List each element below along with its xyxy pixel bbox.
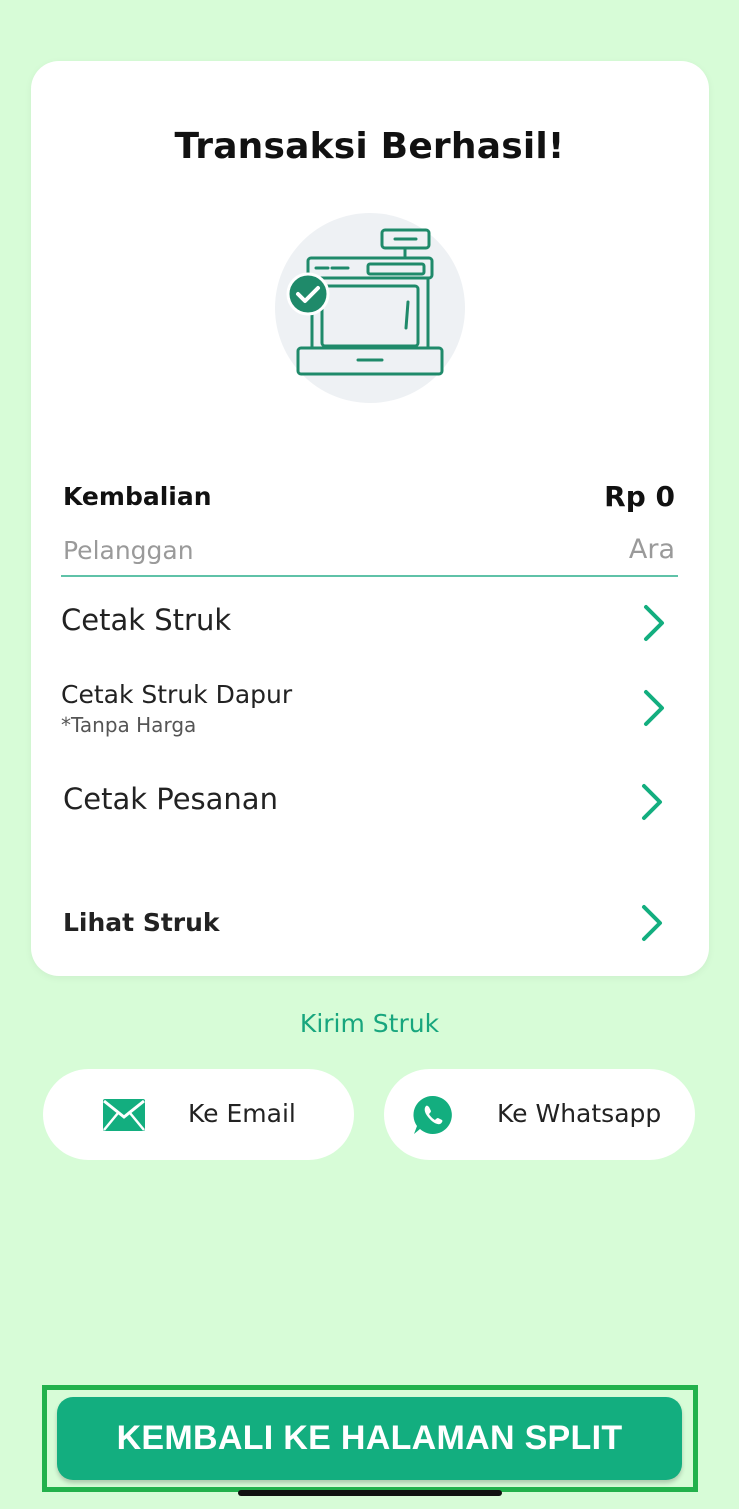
cash-register-success-icon [275,213,465,403]
chevron-right-icon [642,905,662,941]
customer-value[interactable]: Ara [629,534,675,565]
home-indicator [238,1490,502,1496]
chevron-right-icon [642,784,662,820]
page-title: Transaksi Berhasil! [174,126,565,167]
customer-label: Pelanggan [63,536,194,565]
menu-item-label: Cetak Struk Dapur [61,680,293,709]
change-value: Rp 0 [604,480,675,513]
send-receipt-heading: Kirim Struk [299,1009,440,1038]
divider [61,575,678,577]
chevron-right-icon [644,605,664,641]
envelope-icon [103,1099,145,1131]
send-email-button[interactable]: Ke Email [43,1069,354,1160]
send-whatsapp-label: Ke Whatsapp [497,1099,662,1128]
send-email-label: Ke Email [188,1099,296,1128]
back-to-split-button[interactable]: KEMBALI KE HALAMAN SPLIT [57,1397,682,1480]
menu-item-label: Cetak Pesanan [63,782,278,816]
change-label: Kembalian [63,482,212,511]
menu-item-sublabel: *Tanpa Harga [61,713,197,737]
send-whatsapp-button[interactable]: Ke Whatsapp [384,1069,695,1160]
print-kitchen-receipt-item[interactable]: Cetak Struk Dapur *Tanpa Harga [61,680,678,740]
menu-item-label: Lihat Struk [63,908,220,937]
chevron-right-icon [644,690,664,726]
menu-item-label: Cetak Struk [61,603,232,637]
print-order-item[interactable]: Cetak Pesanan [61,782,678,826]
print-receipt-item[interactable]: Cetak Struk [61,603,678,647]
whatsapp-icon [413,1095,452,1134]
success-card [31,61,709,976]
view-receipt-item[interactable]: Lihat Struk [61,903,678,947]
